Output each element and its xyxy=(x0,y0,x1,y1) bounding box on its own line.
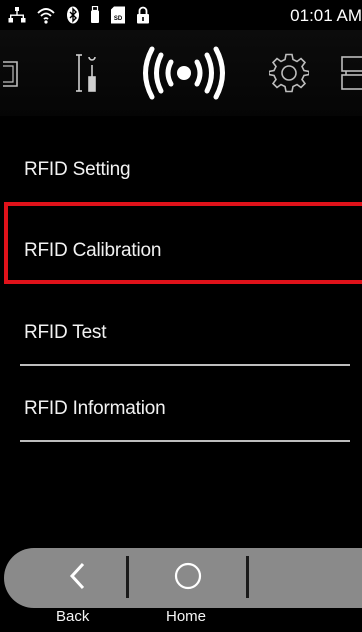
usb-icon xyxy=(90,6,100,24)
status-bar: SD 01:01 AM xyxy=(0,0,362,30)
clock-time: 01:01 AM xyxy=(290,6,362,25)
tab-rfid[interactable] xyxy=(138,30,230,116)
menu-divider xyxy=(20,440,350,442)
wifi-icon xyxy=(36,6,56,24)
menu-item-label: RFID Setting xyxy=(24,159,131,180)
selection-highlight xyxy=(4,202,362,284)
back-button[interactable] xyxy=(40,548,116,608)
device-screen: SD 01:01 AM RFID Setting RFID Calibratio… xyxy=(0,0,362,632)
svg-text:SD: SD xyxy=(114,16,123,22)
menu-divider xyxy=(20,364,350,366)
tab-left-partial[interactable] xyxy=(0,30,26,116)
bluetooth-icon xyxy=(66,6,80,24)
ethernet-icon xyxy=(8,6,26,24)
menu-item-rfid-information[interactable]: RFID Information xyxy=(0,368,362,448)
menu-item-label: RFID Test xyxy=(24,322,107,343)
tab-tools[interactable] xyxy=(62,30,110,116)
gear-icon xyxy=(269,53,309,93)
tab-settings[interactable] xyxy=(266,30,312,116)
menu-item-rfid-test[interactable]: RFID Test xyxy=(0,292,362,372)
chevron-left-icon xyxy=(68,561,88,596)
tab-right-partial[interactable] xyxy=(336,30,362,116)
menu-item-rfid-setting[interactable]: RFID Setting xyxy=(0,116,362,196)
nav-separator xyxy=(246,556,249,598)
tab-left-partial-icon xyxy=(3,56,23,90)
lock-icon xyxy=(136,6,150,24)
tools-icon xyxy=(73,51,99,95)
menu-item-label: RFID Information xyxy=(24,398,166,419)
nav-separator xyxy=(126,556,129,598)
home-label: Home xyxy=(166,608,207,625)
status-icons: SD xyxy=(8,5,150,25)
back-label: Back xyxy=(56,608,90,625)
sd-card-icon: SD xyxy=(110,6,126,24)
home-button[interactable] xyxy=(150,548,226,608)
rfid-signal-icon xyxy=(139,43,229,103)
tab-right-partial-icon xyxy=(336,53,362,93)
circle-home-icon xyxy=(173,561,203,596)
category-toolbar xyxy=(0,30,362,116)
